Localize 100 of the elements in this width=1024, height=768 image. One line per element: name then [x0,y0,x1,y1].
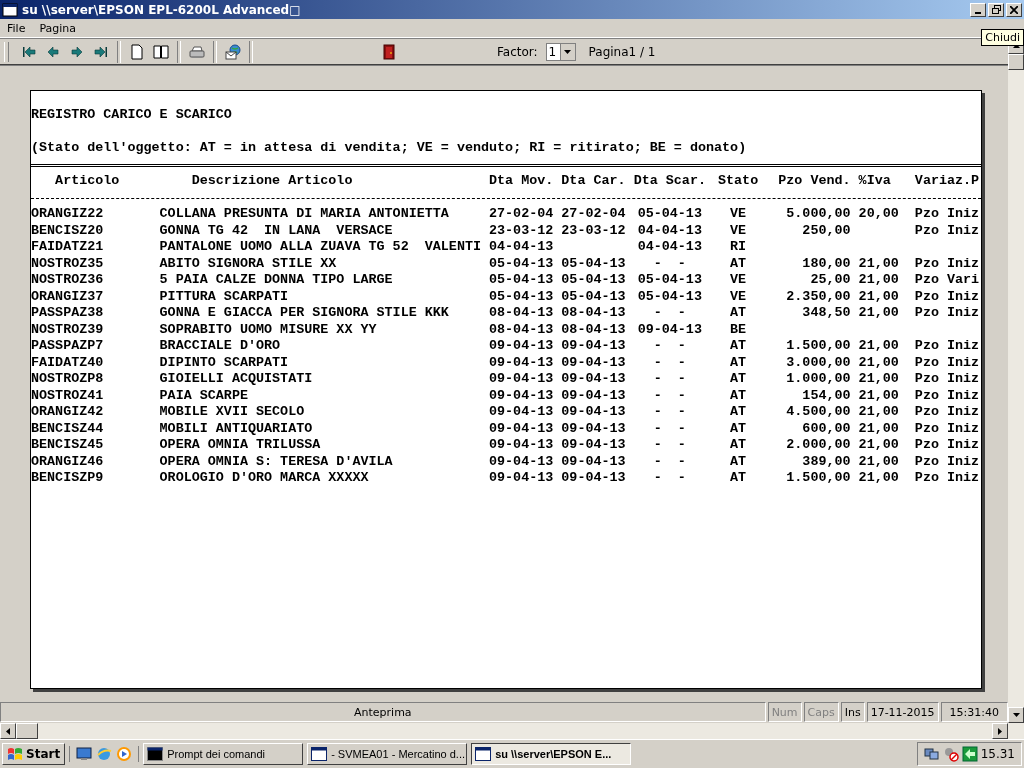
table-cell-text: BENCISZ44 [31,420,105,437]
table-cell-text: AT [729,255,748,272]
table-cell-text: MOBILI ANTIQUARIATO [159,420,314,437]
table-cell-text: 08-04-13 [561,305,627,322]
table-cell-text: 21,00 [857,453,900,470]
close-icon [1010,5,1018,14]
report-title: REGISTRO CARICO E SCARICO [31,107,233,124]
table-cell-text: BRACCIALE D'ORO [159,338,282,355]
table-cell: Pzo Iniz [914,453,980,470]
key-indicator: Num [767,702,802,722]
table-cell-text: PAIA SCARPE [159,387,249,404]
table-cell-text: 21,00 [857,404,900,421]
table-cell-text: 08-04-13 [561,321,627,338]
table-cell-text: GONNA E GIACCA PER SIGNORA STILE KKK [159,305,450,322]
start-button[interactable]: Start [2,743,66,765]
table-cell: Pzo Iniz [914,387,980,404]
factor-label: Factor: [497,44,538,59]
table-cell-text: 09-04-13 [561,470,627,487]
table-cell-text: 154,00 [801,387,851,404]
status-time: 15:31:40 [940,702,1008,722]
window-title: su \\server\EPSON EPL-6200L Advanced□ [22,2,302,17]
flag-icon [7,747,23,761]
table-cell-text: PASSPAZP7 [31,338,105,355]
table-cell-text: VE [729,288,748,305]
table-cell-text: - - [652,371,687,388]
desktop-icon[interactable] [76,746,93,762]
column-header: Variaz.P [914,173,980,190]
table-cell-text: 09-04-13 [489,470,555,487]
blocked-icon[interactable] [942,746,959,762]
network-icon[interactable] [923,746,940,762]
scroll-down-button[interactable] [1008,707,1024,723]
table-cell-text: 600,00 [801,420,851,437]
table-cell-text: ORANGIZ37 [31,288,105,305]
taskbar-button[interactable]: su \\server\EPSON E... [471,743,632,765]
table-cell-text: 09-04-13 [561,354,627,371]
table-cell-text: 250,00 [801,222,851,239]
table-cell-text: FAIDATZ40 [31,354,105,371]
table-cell-text: 21,00 [857,420,900,437]
table-cell-text: 08-04-13 [489,305,555,322]
table-cell-text: 05-04-13 [561,255,627,272]
table-cell-text: 09-04-13 [489,453,555,470]
table-cell-text: 21,00 [857,354,900,371]
column-header: Dta Mov. [489,173,555,190]
menu-item[interactable]: Pagina [34,21,82,35]
tooltip: Chiudi [981,29,1024,46]
scroll-left-button[interactable] [0,723,16,739]
table-cell-text: - - [652,420,687,437]
scroll-thumb[interactable] [16,723,38,739]
table-cell-text: 09-04-13 [489,404,555,421]
scroll-thumb[interactable] [1008,54,1024,70]
table-cell: Pzo Iniz [914,288,980,305]
down-arrow-icon [1012,713,1020,717]
table-cell: Pzo Iniz [914,404,980,421]
table-cell-text: 180,00 [801,255,851,272]
arrow-icon[interactable] [961,746,978,762]
table-cell-text: GONNA TG 42 IN LANA VERSACE [159,222,394,239]
table-cell-text: - - [652,338,687,355]
taskbar-button[interactable]: Prompt dei comandi [143,743,304,765]
factor-dropdown[interactable]: 1 [545,42,576,61]
clock: 15.31 [980,747,1015,761]
media-player-icon[interactable] [116,746,133,762]
table-cell-text: GIOIELLI ACQUISTATI [159,371,314,388]
minimize-button[interactable] [970,2,986,17]
table-cell-text: FAIDATZ21 [31,239,105,256]
table-cell-text: BENCISZ45 [31,437,105,454]
table-cell: Pzo Iniz [914,470,980,487]
scroll-right-button[interactable] [992,723,1008,739]
dropdown-arrow-icon [564,49,572,54]
table-cell-text: ABITO SIGNORA STILE XX [159,255,338,272]
table-cell-text: 09-04-13 [561,420,627,437]
taskbar-button[interactable]: - SVMEA01 - Mercatino d... [307,743,468,765]
table-cell-text: 09-04-13 [561,371,627,388]
table-cell-text: ORANGIZ22 [31,206,105,223]
window-icon [2,2,18,17]
close-button[interactable] [1006,2,1022,17]
table-cell-text: - - [652,255,687,272]
table-cell-text: 09-04-13 [561,453,627,470]
column-header: Stato [717,173,760,190]
restore-button[interactable] [988,2,1004,17]
table-cell: Pzo Iniz [914,420,980,437]
restore-icon [991,5,1001,14]
table-cell-text: 27-02-04 [561,206,627,223]
table-cell-text: 21,00 [857,338,900,355]
column-header: Dta Car. [561,173,627,190]
table-cell-text: - - [652,437,687,454]
table-cell-text: - - [652,354,687,371]
table-cell-text: 21,00 [857,305,900,322]
table-cell: Pzo Iniz [914,437,980,454]
status-date: 17-11-2015 [866,702,939,722]
right-arrow-icon [998,727,1002,735]
table-cell-text: PASSPAZ38 [31,305,105,322]
table-cell-text: AT [729,470,748,487]
table-cell-text: 09-04-13 [489,371,555,388]
table-cell-text: 05-04-13 [636,206,703,223]
table-cell-text: 04-04-13 [489,239,555,256]
table-cell-text: 09-04-13 [489,437,555,454]
table-cell-text: SOPRABITO UOMO MISURE XX YY [159,321,378,338]
table-cell-text: VE [729,206,748,223]
page-indicator: Pagina1 / 1 [588,44,656,59]
menu-item[interactable]: File [2,21,31,35]
